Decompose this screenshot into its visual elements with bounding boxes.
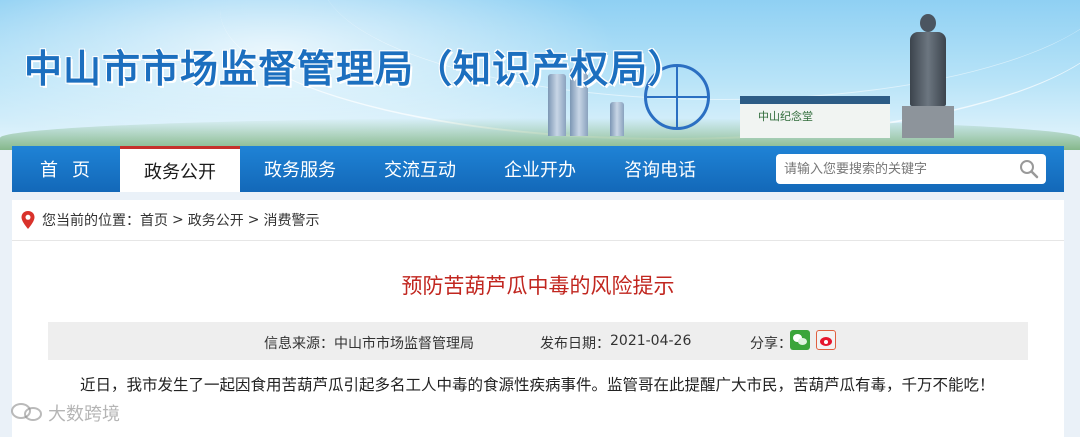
site-title: 中山市市场监督管理局（知识产权局） [24,47,688,91]
breadcrumb: 您当前的位置： 首页 > 政务公开 > 消费警示 [20,210,319,230]
article-body: 近日，我市发生了一起因食用苦葫芦瓜引起多名工人中毒的食源性疾病事件。监管哥在此提… [48,368,1028,402]
search-icon[interactable] [1014,154,1044,184]
source-value: 中山市市场监督管理局 [334,336,474,352]
nav-item-government-affairs[interactable]: 政务公开 [120,146,240,192]
search-box [776,154,1046,184]
breadcrumb-separator: > [172,212,184,228]
watermark: 大数跨境 [10,400,120,426]
breadcrumb-item-consumer-warning[interactable]: 消费警示 [263,210,319,230]
weibo-icon[interactable] [816,330,836,350]
watermark-logo-icon [11,403,42,421]
breadcrumb-prefix: 您当前的位置： [42,213,140,229]
location-pin-icon [21,211,35,229]
article-title: 预防苦葫芦瓜中毒的风险提示 [401,274,675,298]
share-icons [790,330,836,350]
wechat-icon[interactable] [790,330,810,350]
content-panel: 您当前的位置： 首页 > 政务公开 > 消费警示 预防苦葫芦瓜中毒的风险提示 信… [12,200,1064,437]
breadcrumb-separator: > [247,212,260,228]
main-nav: 首页 政务公开 政务服务 交流互动 企业开办 咨询电话 [12,146,1064,192]
divider [12,240,1064,241]
source-label: 信息来源： [264,336,334,352]
nav-item-business-startup[interactable]: 企业开办 [480,146,600,192]
building-sign: 中山纪念堂 [758,110,813,123]
nav-item-government-services[interactable]: 政务服务 [240,146,360,192]
memorial-hall-illustration: 中山纪念堂 [740,96,890,138]
breadcrumb-item-government-affairs[interactable]: 政务公开 [188,210,244,230]
nav-item-consult-phone[interactable]: 咨询电话 [600,146,720,192]
nav-item-home[interactable]: 首页 [12,146,120,192]
date-label: 发布日期： [540,336,610,352]
watermark-text: 大数跨境 [48,404,120,425]
nav-item-interaction[interactable]: 交流互动 [360,146,480,192]
statue-illustration [902,14,954,138]
date-value: 2021-04-26 [610,333,692,349]
share-label: 分享： [750,336,792,352]
header-banner: 中山纪念堂 中山市市场监督管理局（知识产权局） [0,0,1080,150]
article-meta-bar: 信息来源： 中山市市场监督管理局 发布日期： 2021-04-26 分享： [48,322,1028,360]
article-paragraph: 近日，我市发生了一起因食用苦葫芦瓜引起多名工人中毒的食源性疾病事件。监管哥在此提… [80,376,995,394]
breadcrumb-item-home[interactable]: 首页 [140,210,168,230]
search-input[interactable] [784,156,1014,182]
